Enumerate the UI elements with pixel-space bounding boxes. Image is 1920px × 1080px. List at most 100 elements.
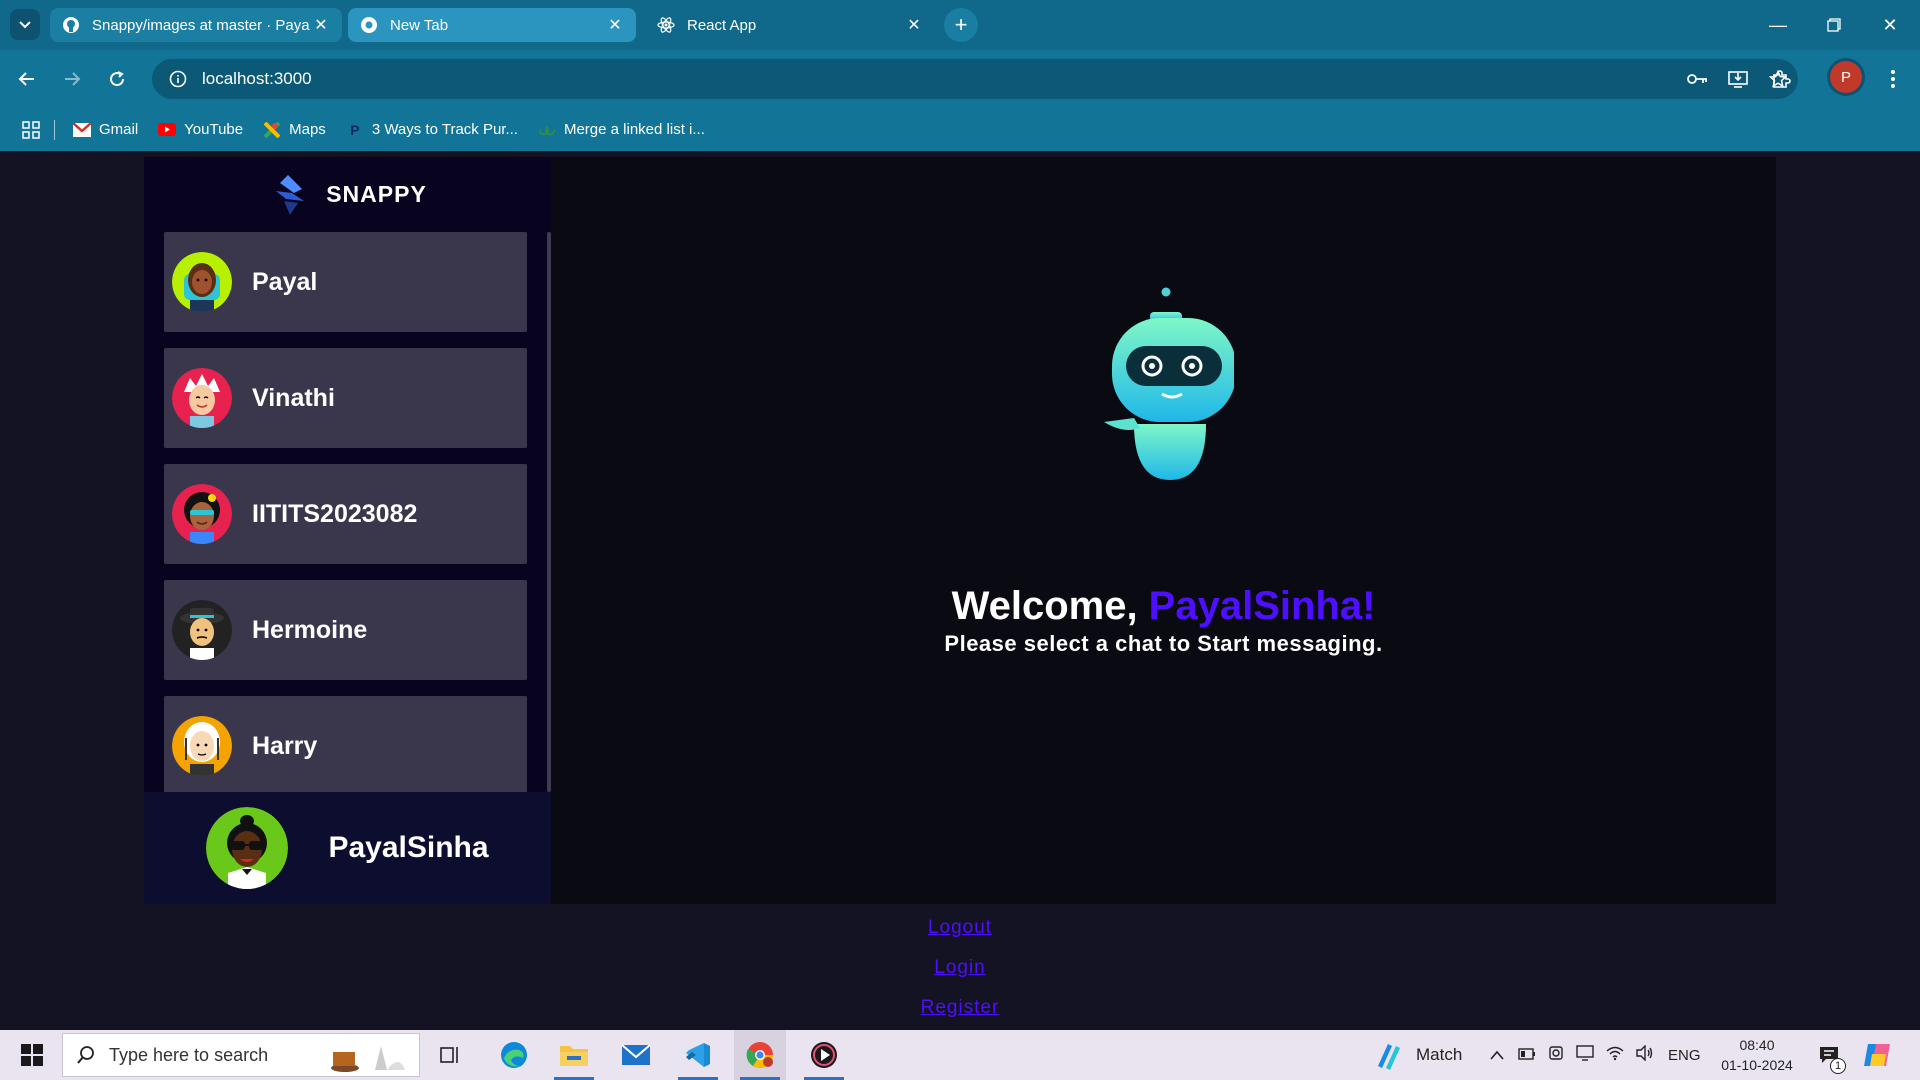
auth-links: Logout Login Register	[0, 917, 1920, 1037]
bookmark-track-purchases[interactable]: P 3 Ways to Track Pur...	[346, 121, 518, 138]
taskbar-mail[interactable]	[610, 1030, 662, 1080]
tab-github[interactable]: Snappy/images at master · Paya ✕	[50, 8, 342, 42]
taskbar-chrome[interactable]	[734, 1030, 786, 1080]
bookmark-youtube[interactable]: YouTube	[158, 121, 243, 138]
welcome-panel: Welcome, PayalSinha! Please select a cha…	[551, 157, 1776, 904]
gfg-icon	[538, 122, 556, 138]
copilot-icon	[1864, 1044, 1890, 1066]
chevron-down-icon	[19, 20, 31, 28]
browser-toolbar: localhost:3000	[0, 50, 1920, 108]
taskbar: Type here to search Match ENG 08:40 01-1…	[0, 1030, 1920, 1080]
new-tab-button[interactable]: +	[944, 8, 978, 42]
back-button[interactable]	[10, 62, 44, 96]
taskbar-media-player[interactable]	[798, 1030, 850, 1080]
search-highlight-icon	[325, 1038, 411, 1079]
contact-name: Payal	[252, 267, 318, 296]
notification-count: 1	[1830, 1058, 1846, 1074]
reload-button[interactable]	[100, 62, 134, 96]
volume-icon[interactable]	[1636, 1044, 1654, 1065]
page: SNAPPY Payal Vinathi IITITS2023082 Hermo…	[0, 151, 1920, 1030]
avatar	[172, 484, 232, 544]
battery-icon[interactable]	[1518, 1047, 1536, 1064]
key-icon[interactable]	[1678, 59, 1718, 99]
site-info-icon[interactable]	[158, 59, 198, 99]
chevron-up-icon[interactable]	[1490, 1047, 1504, 1064]
bookmark-maps[interactable]: Maps	[263, 121, 326, 138]
restore-icon	[1827, 18, 1841, 32]
windows-icon	[21, 1044, 43, 1066]
browser-titlebar: Snappy/images at master · Paya ✕ New Tab…	[0, 0, 1920, 50]
arrow-left-icon	[18, 72, 34, 86]
github-icon	[62, 16, 80, 34]
contact-item[interactable]: IITITS2023082	[164, 464, 527, 564]
taskbar-edge[interactable]	[488, 1030, 540, 1080]
snappy-logo-icon	[276, 174, 305, 215]
tab-title: Snappy/images at master · Paya	[92, 16, 310, 34]
notifications-button[interactable]: 1	[1818, 1030, 1846, 1080]
search-icon	[63, 1045, 109, 1065]
search-placeholder: Type here to search	[109, 1044, 269, 1065]
login-link[interactable]: Login	[0, 957, 1920, 997]
bookmark-gmail[interactable]: Gmail	[73, 121, 138, 138]
camera-icon[interactable]	[1548, 1045, 1564, 1065]
taskbar-file-explorer[interactable]	[548, 1030, 600, 1080]
tab-title: New Tab	[390, 16, 449, 34]
brand-name: SNAPPY	[326, 181, 427, 207]
p-icon: P	[350, 121, 360, 138]
taskbar-search[interactable]: Type here to search	[62, 1033, 420, 1077]
install-app-icon[interactable]	[1718, 59, 1758, 99]
folder-icon	[560, 1046, 588, 1066]
tab-search-button[interactable]	[10, 9, 40, 40]
close-icon[interactable]: ✕	[606, 15, 624, 35]
menu-button[interactable]	[1876, 62, 1910, 96]
wifi-icon[interactable]	[1606, 1045, 1624, 1065]
profile-avatar[interactable]: P	[1830, 61, 1862, 93]
language-indicator[interactable]: ENG	[1668, 1047, 1701, 1064]
weather-label: Match	[1416, 1045, 1463, 1064]
restore-button[interactable]	[1806, 0, 1862, 50]
maps-icon	[263, 121, 281, 138]
clock[interactable]: 08:40 01-10-2024	[1712, 1035, 1802, 1075]
contact-name: Vinathi	[252, 383, 335, 412]
tab-new-tab[interactable]: New Tab ✕	[348, 8, 636, 42]
extensions-button[interactable]	[1764, 62, 1798, 96]
weather-widget[interactable]: Match	[1374, 1030, 1462, 1080]
close-icon[interactable]: ✕	[905, 15, 923, 35]
welcome-subtitle: Please select a chat to Start messaging.	[944, 631, 1383, 656]
tab-title: React App	[687, 16, 757, 34]
clock-time: 08:40	[1739, 1037, 1775, 1053]
vscode-icon	[686, 1043, 710, 1067]
contact-item[interactable]: Hermoine	[164, 580, 527, 680]
apps-grid-icon	[22, 120, 40, 139]
close-icon[interactable]: ✕	[312, 15, 330, 35]
address-bar[interactable]: localhost:3000	[152, 59, 1798, 99]
current-username: PayalSinha	[328, 831, 489, 864]
system-tray: ENG	[1490, 1030, 1701, 1080]
chrome-icon	[746, 1042, 774, 1069]
contact-item[interactable]: Vinathi	[164, 348, 527, 448]
url-text[interactable]: localhost:3000	[202, 69, 312, 89]
contact-item[interactable]: Harry	[164, 696, 527, 796]
apps-button[interactable]	[22, 120, 40, 139]
close-window-button[interactable]: ✕	[1862, 0, 1918, 50]
start-button[interactable]	[10, 1030, 54, 1080]
display-icon[interactable]	[1576, 1045, 1594, 1065]
minimize-button[interactable]: —	[1750, 0, 1806, 50]
copilot-button[interactable]	[1862, 1030, 1892, 1080]
contact-item[interactable]: Payal	[164, 232, 527, 332]
chrome-icon	[360, 16, 378, 34]
logout-link[interactable]: Logout	[0, 917, 1920, 957]
tab-react-app[interactable]: React App ✕	[645, 8, 935, 42]
contact-name: Harry	[252, 731, 318, 760]
bookmark-divider	[54, 119, 55, 140]
contact-name: Hermoine	[252, 615, 368, 644]
edge-icon	[501, 1042, 527, 1068]
bookmark-merge-linked-list[interactable]: Merge a linked list i...	[538, 121, 705, 138]
task-view-button[interactable]	[424, 1030, 476, 1080]
contact-list[interactable]: Payal Vinathi IITITS2023082 Hermoine Har…	[164, 232, 527, 799]
forward-button[interactable]	[55, 62, 89, 96]
puzzle-icon	[1773, 70, 1791, 88]
avatar	[172, 368, 232, 428]
clock-date: 01-10-2024	[1721, 1057, 1793, 1073]
taskbar-vscode[interactable]	[672, 1030, 724, 1080]
